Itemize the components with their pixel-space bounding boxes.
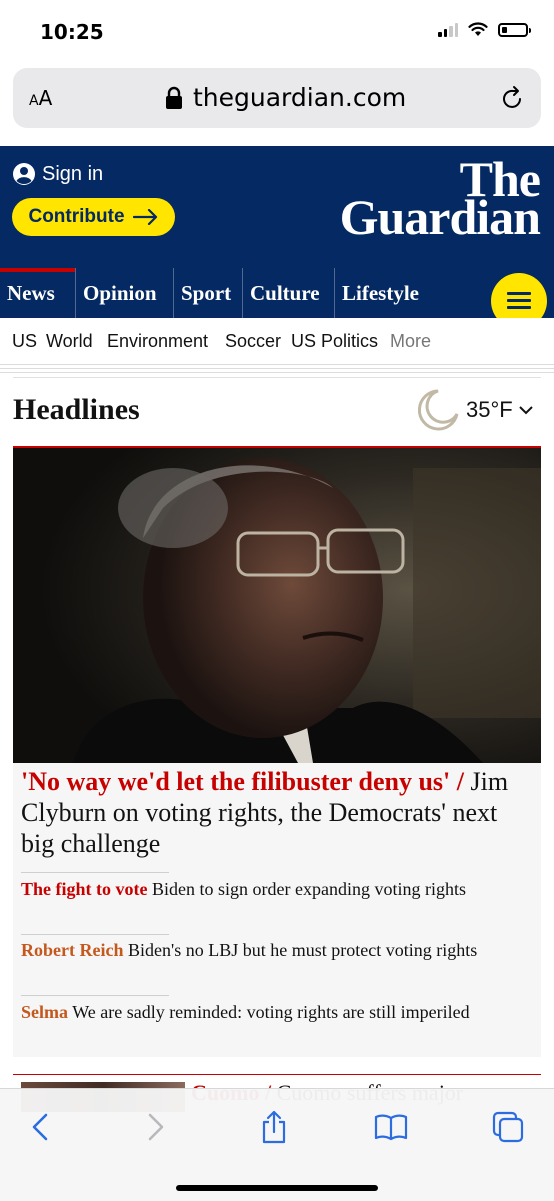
sublink-kicker: Robert Reich [21, 940, 124, 960]
text-size-button[interactable]: AA [29, 86, 52, 110]
guardian-logo[interactable]: The Guardian [339, 154, 541, 245]
lock-icon [166, 86, 182, 109]
divider [0, 364, 554, 365]
divider [21, 872, 169, 873]
divider [21, 934, 169, 935]
top-story-headline[interactable]: 'No way we'd let the filibuster deny us'… [21, 766, 533, 859]
tabs-icon [492, 1111, 524, 1143]
section-title: Headlines [13, 393, 140, 426]
moon-icon [417, 389, 459, 431]
site-header: Sign in Contribute The Guardian [0, 146, 554, 268]
status-time: 10:25 [40, 20, 104, 44]
pillar-sport[interactable]: Sport [173, 268, 242, 318]
sublink-text: Biden to sign order expanding voting rig… [151, 879, 466, 899]
bookmarks-icon [374, 1114, 408, 1141]
top-story-card[interactable]: 'No way we'd let the filibuster deny us'… [13, 448, 541, 1057]
top-story-kicker: 'No way we'd let the filibuster deny us'… [21, 767, 464, 796]
subnav-soccer[interactable]: Soccer [225, 331, 281, 352]
sublink-text: Biden's no LBJ but he must protect votin… [127, 940, 478, 960]
status-icons [438, 22, 531, 37]
subnav-us[interactable]: US [12, 331, 37, 352]
sublink-kicker: Selma [21, 1002, 68, 1022]
user-icon [13, 163, 35, 185]
forward-icon [148, 1113, 164, 1141]
share-icon [262, 1110, 286, 1144]
cellular-signal-icon [438, 22, 458, 37]
sign-in-link[interactable]: Sign in [12, 162, 103, 186]
pillar-culture[interactable]: Culture [242, 268, 334, 318]
contribute-label: Contribute [28, 206, 125, 227]
sub-nav: US World Environment Soccer US Politics … [0, 318, 554, 364]
chevron-down-icon [519, 406, 533, 415]
temperature: 35°F [466, 397, 513, 422]
divider [0, 372, 554, 373]
sublink-kicker: The fight to vote [21, 879, 148, 899]
tabs-button[interactable] [488, 1107, 528, 1147]
back-button[interactable] [20, 1107, 60, 1147]
status-bar: 10:25 [0, 0, 554, 60]
pillar-lifestyle[interactable]: Lifestyle [334, 268, 434, 318]
sublink[interactable]: The fight to vote Biden to sign order ex… [21, 878, 526, 901]
reload-icon[interactable] [501, 85, 525, 111]
subnav-world[interactable]: World [46, 331, 93, 352]
sign-in-label: Sign in [42, 162, 104, 185]
sublink[interactable]: Selma We are sadly reminded: voting righ… [21, 1001, 526, 1024]
subnav-us-politics[interactable]: US Politics [291, 331, 378, 352]
url-text: theguardian.com [193, 83, 407, 112]
forward-button[interactable] [136, 1107, 176, 1147]
battery-icon [498, 22, 531, 37]
subnav-more[interactable]: More [390, 331, 431, 352]
divider [0, 368, 554, 369]
story-photo[interactable] [13, 448, 541, 763]
divider [13, 377, 541, 378]
divider [21, 995, 169, 996]
url-display[interactable]: theguardian.com [165, 83, 406, 112]
sublink[interactable]: Robert Reich Biden's no LBJ but he must … [21, 939, 526, 962]
pillar-opinion[interactable]: Opinion [75, 268, 173, 318]
pillar-nav: News Opinion Sport Culture Lifestyle [0, 268, 554, 318]
pillar-news[interactable]: News [0, 268, 75, 318]
sublink-text: We are sadly reminded: voting rights are… [72, 1002, 470, 1022]
arrow-right-icon [132, 209, 157, 225]
contribute-button[interactable]: Contribute [12, 198, 175, 236]
home-indicator [176, 1185, 378, 1191]
weather-widget[interactable]: 35°F [416, 388, 533, 432]
subnav-environment[interactable]: Environment [107, 331, 208, 352]
logo-line-2: Guardian [339, 189, 541, 245]
photo-portrait [13, 448, 541, 763]
share-button[interactable] [254, 1107, 294, 1147]
address-bar[interactable]: AA theguardian.com [13, 68, 541, 128]
bookmarks-button[interactable] [371, 1107, 411, 1147]
back-icon [32, 1113, 48, 1141]
wifi-icon [468, 22, 488, 36]
address-bar-area: AA theguardian.com [0, 60, 554, 146]
